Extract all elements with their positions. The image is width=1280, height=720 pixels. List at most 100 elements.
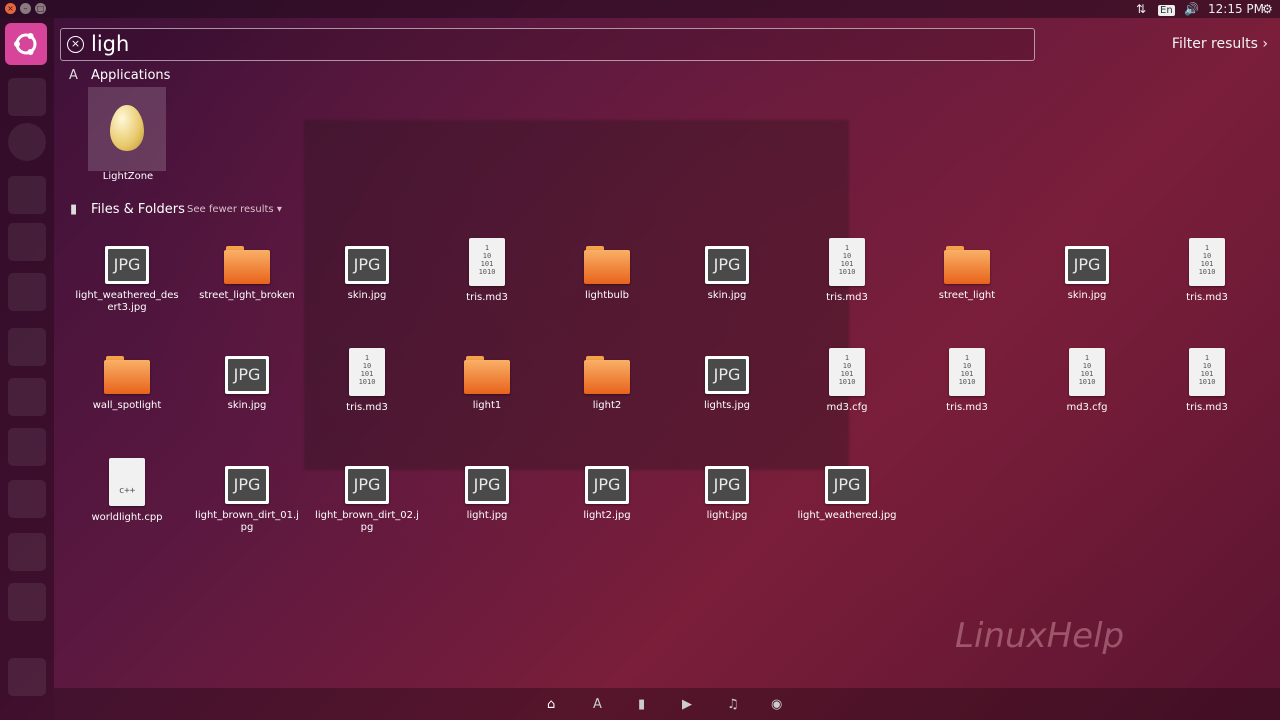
file-result-item[interactable]: street_light_broken — [187, 238, 307, 302]
file-label: tris.md3 — [1186, 292, 1228, 303]
file-result-item[interactable]: 1 10 101 1010 tris.md3 — [1147, 238, 1267, 304]
file-result-item[interactable]: 1 10 101 1010 md3.cfg — [787, 348, 907, 414]
dash-search-bar[interactable]: × — [60, 28, 1035, 61]
file-label: skin.jpg — [347, 290, 387, 301]
file-result-item[interactable]: c++ worldlight.cpp — [67, 458, 187, 524]
photo-lens-icon[interactable]: ◉ — [771, 697, 782, 712]
binary-file-icon: 1 10 101 1010 — [1189, 348, 1225, 396]
minimize-window-button[interactable]: – — [20, 3, 31, 14]
file-result-item[interactable]: 1 10 101 1010 md3.cfg — [1027, 348, 1147, 414]
dash-home-button[interactable] — [5, 23, 47, 65]
settings-gear-icon[interactable]: ⚙ — [1262, 0, 1273, 18]
binary-file-icon: 1 10 101 1010 — [949, 348, 985, 396]
jpg-file-icon: JPG — [1065, 246, 1109, 284]
launcher-item-workspaces[interactable] — [8, 533, 46, 571]
launcher-item-files[interactable] — [8, 78, 46, 116]
see-fewer-results-link[interactable]: See fewer results ▾ — [187, 204, 282, 215]
launcher-item-firefox[interactable] — [8, 123, 46, 161]
file-result-item[interactable]: light1 — [427, 348, 547, 412]
launcher-item-writer[interactable] — [8, 176, 46, 214]
app-result-lightzone[interactable] — [88, 87, 166, 171]
file-result-item[interactable]: JPG light_brown_dirt_01.jpg — [187, 458, 307, 534]
file-result-item[interactable]: JPG skin.jpg — [1027, 238, 1147, 302]
volume-icon[interactable]: 🔊 — [1184, 0, 1199, 18]
binary-file-icon: 1 10 101 1010 — [829, 348, 865, 396]
files-category-icon: ▮ — [70, 202, 78, 217]
jpg-file-icon: JPG — [105, 246, 149, 284]
file-result-item[interactable]: JPG light.jpg — [427, 458, 547, 522]
file-label: tris.md3 — [946, 402, 988, 413]
file-result-item[interactable]: 1 10 101 1010 tris.md3 — [787, 238, 907, 304]
jpg-file-icon: JPG — [825, 466, 869, 504]
file-result-item[interactable]: 1 10 101 1010 tris.md3 — [307, 348, 427, 414]
file-label: md3.cfg — [1066, 402, 1108, 413]
file-result-item[interactable]: JPG light_brown_dirt_02.jpg — [307, 458, 427, 534]
applications-lens-icon[interactable]: A — [593, 697, 602, 712]
file-label: lightbulb — [585, 290, 629, 301]
launcher-item-terminal[interactable] — [8, 480, 46, 518]
folder-icon — [104, 356, 150, 394]
file-result-item[interactable]: 1 10 101 1010 tris.md3 — [1147, 348, 1267, 414]
file-result-item[interactable]: street_light — [907, 238, 1027, 302]
launcher-item-trash[interactable] — [8, 658, 46, 696]
keyboard-layout-indicator[interactable]: En — [1158, 0, 1175, 18]
applications-category-title: Applications — [91, 68, 171, 83]
folder-icon — [584, 356, 630, 394]
file-result-item[interactable]: JPG skin.jpg — [307, 238, 427, 302]
file-label: light_weathered_desert3.jpg — [75, 290, 179, 313]
file-label: light_brown_dirt_01.jpg — [195, 510, 299, 533]
launcher-item-settings[interactable] — [8, 428, 46, 466]
top-panel: × – □ ⇅ En 🔊 12:15 PM ⚙ — [0, 0, 1280, 18]
jpg-file-icon: JPG — [705, 356, 749, 394]
jpg-file-icon: JPG — [225, 466, 269, 504]
file-result-item[interactable]: JPG skin.jpg — [187, 348, 307, 412]
file-result-item[interactable]: 1 10 101 1010 tris.md3 — [907, 348, 1027, 414]
file-label: street_light — [938, 290, 996, 301]
file-result-item[interactable]: JPG light2.jpg — [547, 458, 667, 522]
home-lens-icon[interactable]: ⌂ — [547, 697, 555, 712]
launcher-item-calc[interactable] — [8, 223, 46, 261]
launcher-item-impress[interactable] — [8, 273, 46, 311]
file-label: tris.md3 — [1186, 402, 1228, 413]
close-window-button[interactable]: × — [5, 3, 16, 14]
binary-file-icon: 1 10 101 1010 — [829, 238, 865, 286]
maximize-window-button[interactable]: □ — [35, 3, 46, 14]
filter-results-button[interactable]: Filter results › — [1172, 36, 1268, 52]
binary-file-icon: 1 10 101 1010 — [1069, 348, 1105, 396]
file-result-item[interactable]: lightbulb — [547, 238, 667, 302]
jpg-file-icon: JPG — [705, 246, 749, 284]
egg-icon — [110, 105, 144, 151]
file-result-item[interactable]: JPG skin.jpg — [667, 238, 787, 302]
lens-bar — [54, 688, 1280, 720]
clock[interactable]: 12:15 PM — [1208, 0, 1264, 18]
file-label: skin.jpg — [707, 290, 747, 301]
file-label: md3.cfg — [826, 402, 868, 413]
launcher-item-usb[interactable] — [8, 583, 46, 621]
launcher — [0, 18, 54, 720]
jpg-file-icon: JPG — [705, 466, 749, 504]
file-result-item[interactable]: JPG lights.jpg — [667, 348, 787, 412]
jpg-file-icon: JPG — [345, 466, 389, 504]
file-label: light_brown_dirt_02.jpg — [315, 510, 419, 533]
files-lens-icon[interactable]: ▮ — [638, 697, 645, 712]
file-result-item[interactable]: JPG light.jpg — [667, 458, 787, 522]
file-label: skin.jpg — [1067, 290, 1107, 301]
file-result-item[interactable]: 1 10 101 1010 tris.md3 — [427, 238, 547, 304]
music-lens-icon[interactable]: ♫ — [727, 697, 739, 712]
file-result-item[interactable]: JPG light_weathered.jpg — [787, 458, 907, 522]
file-result-item[interactable]: JPG light_weathered_desert3.jpg — [67, 238, 187, 314]
network-icon[interactable]: ⇅ — [1136, 0, 1146, 18]
video-lens-icon[interactable]: ▶ — [682, 697, 692, 712]
file-label: tris.md3 — [346, 402, 388, 413]
folder-icon — [464, 356, 510, 394]
file-label: light.jpg — [466, 510, 508, 521]
file-result-item[interactable]: wall_spotlight — [67, 348, 187, 412]
file-label: light1 — [472, 400, 502, 411]
file-label: tris.md3 — [466, 292, 508, 303]
launcher-item-amazon[interactable] — [8, 378, 46, 416]
search-input[interactable] — [91, 29, 1021, 58]
launcher-item-software-center[interactable] — [8, 328, 46, 366]
clear-search-icon[interactable]: × — [67, 36, 84, 53]
file-label: light2.jpg — [583, 510, 631, 521]
file-result-item[interactable]: light2 — [547, 348, 667, 412]
